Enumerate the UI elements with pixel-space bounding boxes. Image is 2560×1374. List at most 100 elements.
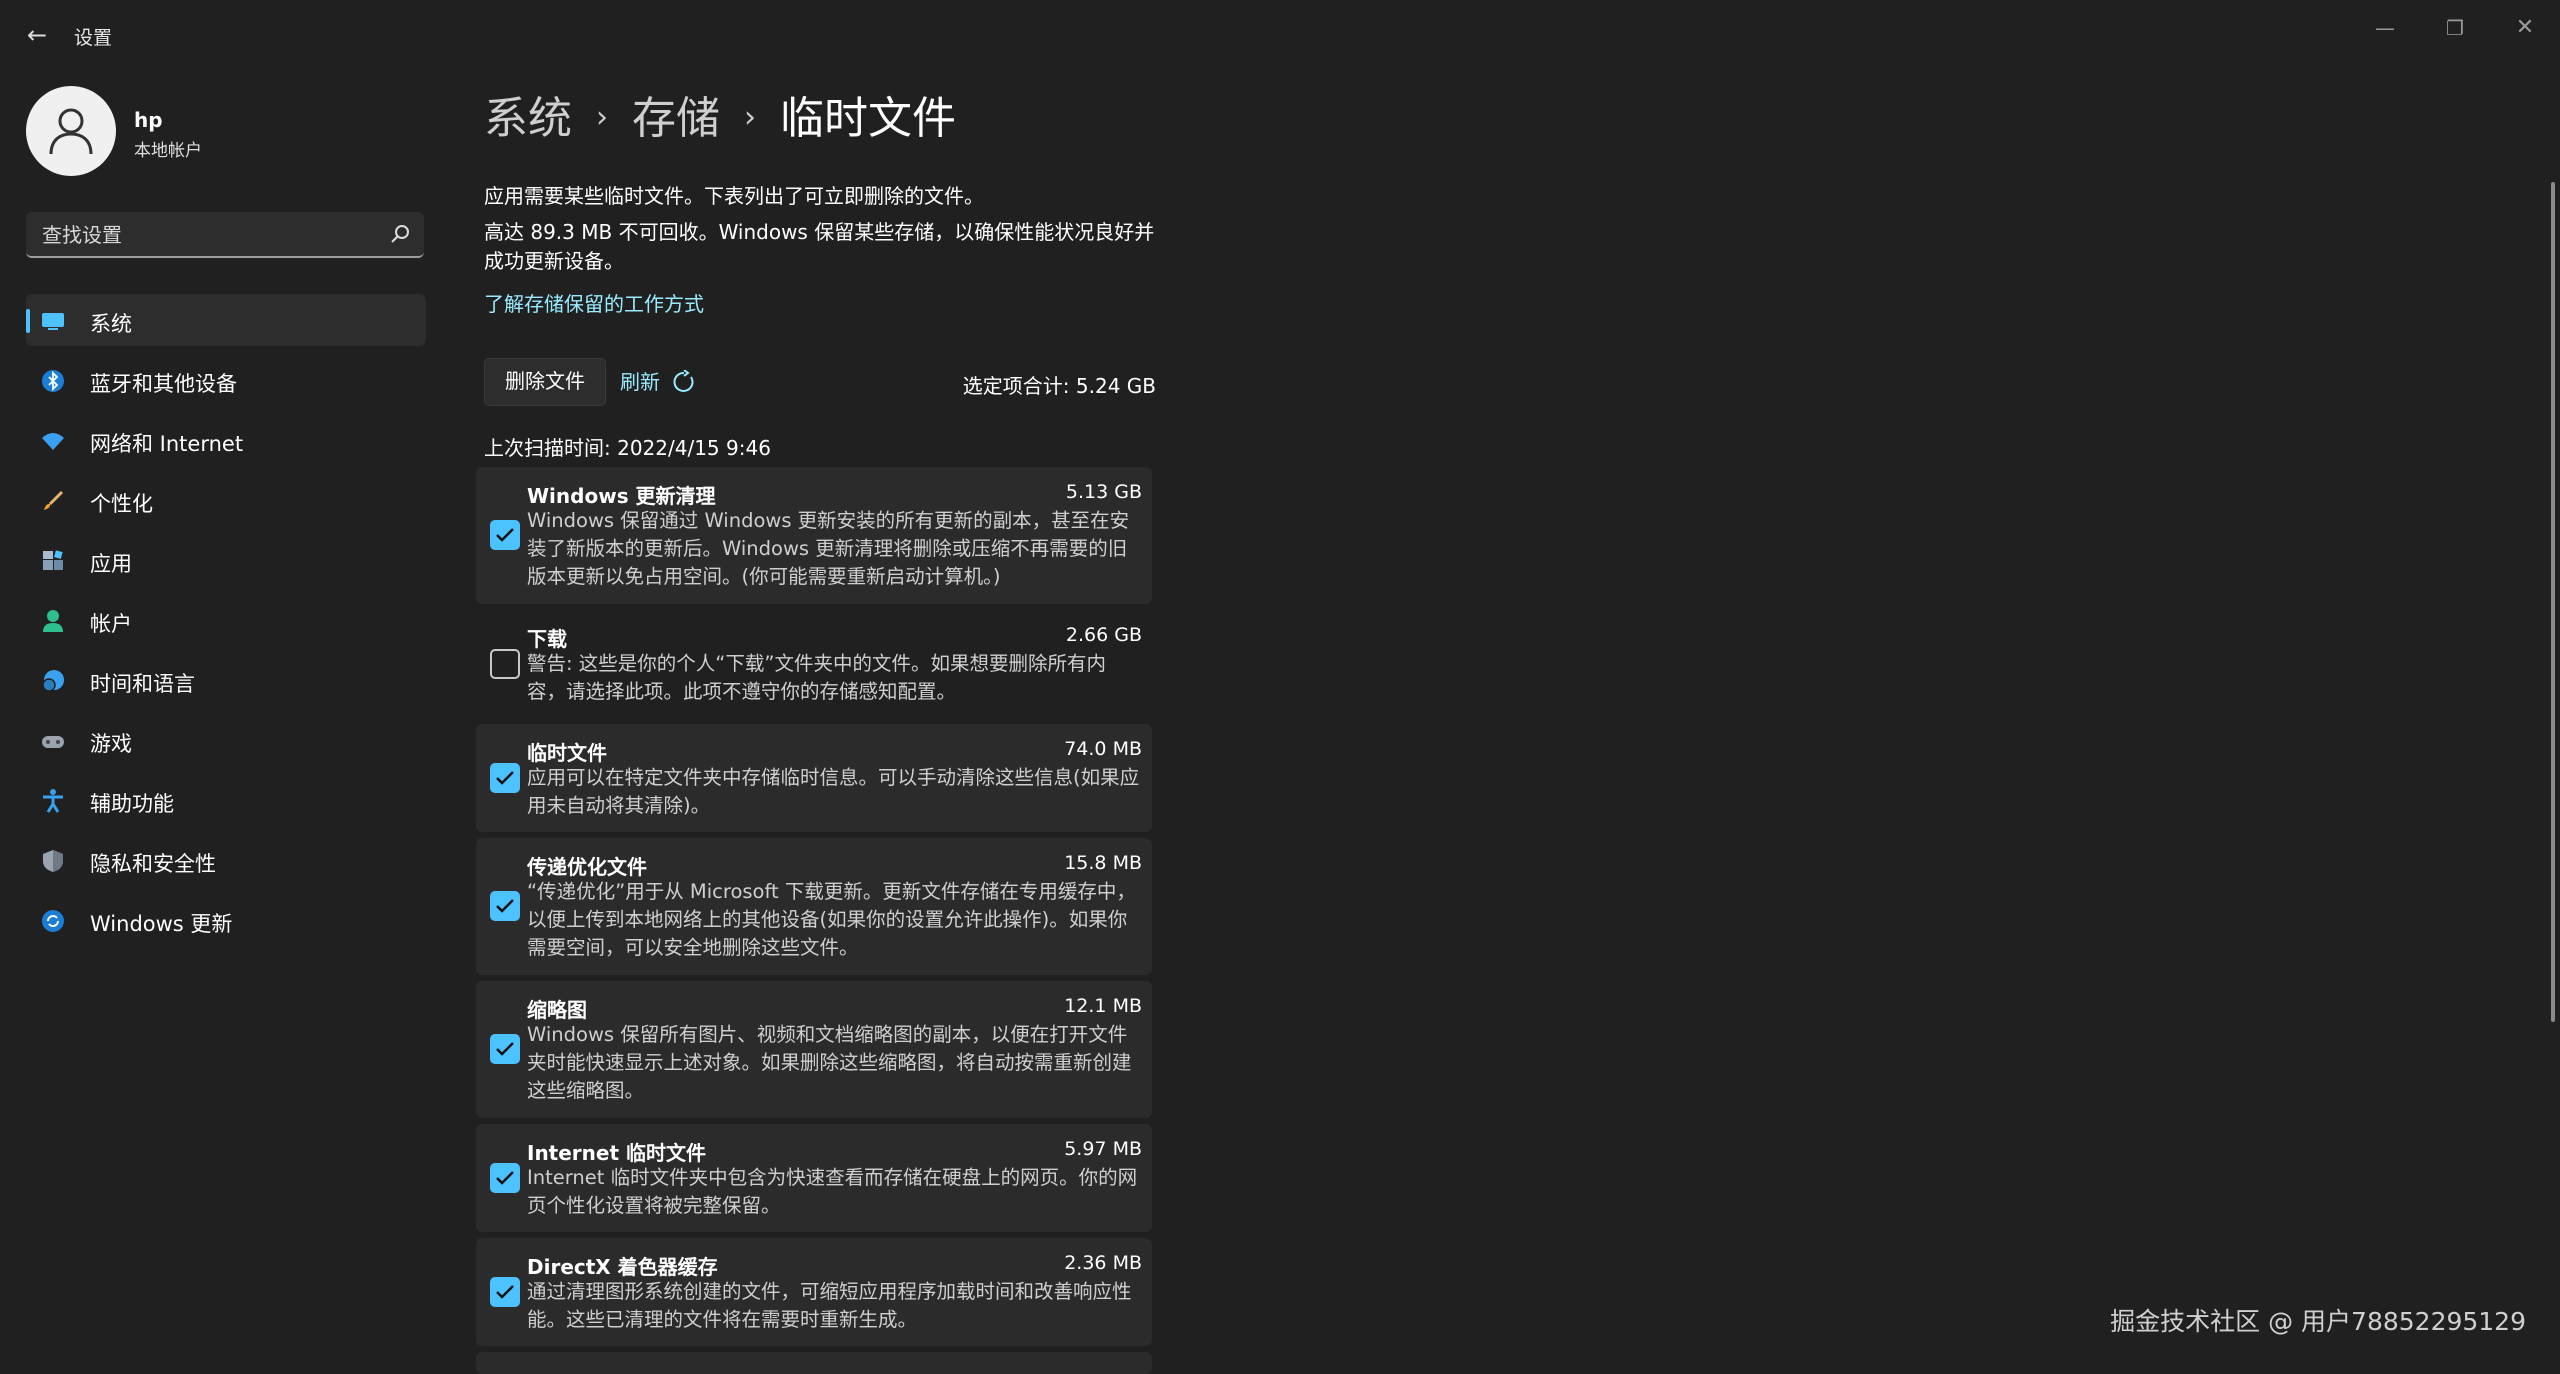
app-title: 设置 [74, 27, 113, 49]
sidebar-item-label: 蓝牙和其他设备 [90, 372, 237, 396]
sidebar-item-bluetooth[interactable]: 蓝牙和其他设备 [26, 354, 426, 406]
item-title: DirectX 着色器缓存 [527, 1255, 718, 1279]
chevron-right-icon: › [744, 100, 756, 135]
item-title: 下载 [527, 627, 567, 651]
item-description: 警告: 这些是你的个人“下载”文件夹中的文件。如果想要删除所有内容，请选择此项。… [527, 652, 1106, 703]
item-size: 74.0 MB [1064, 738, 1142, 760]
sidebar-item-label: 游戏 [90, 732, 132, 756]
intro-text: 应用需要某些临时文件。下表列出了可立即删除的文件。 [484, 184, 984, 208]
sidebar-item-personalization[interactable]: 个性化 [26, 474, 426, 526]
time-language-icon [42, 670, 64, 692]
checkbox[interactable] [490, 891, 520, 921]
account-type: 本地帐户 [134, 141, 202, 161]
restore-button[interactable]: ❐ [2420, 8, 2490, 48]
item-title: Windows 更新清理 [527, 484, 716, 508]
search-input[interactable] [40, 212, 384, 258]
chevron-right-icon: › [596, 100, 608, 135]
sidebar-item-windows-update[interactable]: Windows 更新 [26, 894, 426, 946]
list-item-partial [476, 1352, 1152, 1374]
item-size: 2.36 MB [1064, 1252, 1142, 1274]
list-item-windows-update-cleanup[interactable]: Windows 更新清理 5.13 GB Windows 保留通过 Window… [476, 467, 1152, 604]
item-title: Internet 临时文件 [527, 1141, 706, 1165]
checkmark-icon [496, 899, 514, 913]
account-icon [43, 610, 63, 632]
checkmark-icon [496, 1171, 514, 1185]
sidebar-item-system[interactable]: 系统 [26, 294, 426, 346]
list-item-temporary-files[interactable]: 临时文件 74.0 MB 应用可以在特定文件夹中存储临时信息。可以手动清除这些信… [476, 724, 1152, 832]
sidebar-item-label: 个性化 [90, 492, 153, 516]
refresh-icon [673, 370, 694, 392]
close-button[interactable]: ✕ [2490, 8, 2560, 48]
checkmark-icon [496, 1285, 514, 1299]
checkbox[interactable] [490, 763, 520, 793]
list-item-internet-temp-files[interactable]: Internet 临时文件 5.97 MB Internet 临时文件夹中包含为… [476, 1124, 1152, 1232]
sidebar-item-label: Windows 更新 [90, 912, 233, 936]
refresh-label: 刷新 [620, 370, 660, 394]
sidebar-item-label: 帐户 [90, 612, 132, 636]
list-item-downloads[interactable]: 下载 2.66 GB 警告: 这些是你的个人“下载”文件夹中的文件。如果想要删除… [476, 610, 1152, 718]
sidebar-item-apps[interactable]: 应用 [26, 534, 426, 586]
item-size: 2.66 GB [1065, 624, 1142, 646]
checkbox[interactable] [490, 1163, 520, 1193]
reserve-note: 高达 89.3 MB 不可回收。Windows 保留某些存储，以确保性能状况良好… [484, 220, 1155, 273]
item-size: 12.1 MB [1064, 995, 1142, 1017]
item-description: Windows 保留所有图片、视频和文档缩略图的副本，以便在打开文件夹时能快速显… [527, 1023, 1132, 1102]
sidebar-item-label: 时间和语言 [90, 672, 195, 696]
item-size: 5.13 GB [1065, 481, 1142, 503]
item-description: Internet 临时文件夹中包含为快速查看而存储在硬盘上的网页。你的网页个性化… [527, 1166, 1138, 1217]
delete-files-button[interactable]: 删除文件 [484, 358, 606, 406]
network-icon [42, 433, 64, 450]
back-arrow-icon[interactable]: ← [22, 20, 52, 50]
sidebar-item-gaming[interactable]: 游戏 [26, 714, 426, 766]
item-description: 通过清理图形系统创建的文件，可缩短应用程序加载时间和改善响应性能。这些已清理的文… [527, 1280, 1132, 1331]
sidebar-item-network[interactable]: 网络和 Internet [26, 414, 426, 466]
selected-total: 选定项合计: 5.24 GB [962, 374, 1156, 398]
breadcrumb: 系统 › 存储 › 临时文件 [484, 82, 956, 146]
shield-icon [43, 850, 63, 872]
watermark: 掘金技术社区 @ 用户78852295129 [2110, 1307, 2526, 1336]
temp-files-list: Windows 更新清理 5.13 GB Windows 保留通过 Window… [476, 467, 1152, 1374]
sidebar-item-privacy[interactable]: 隐私和安全性 [26, 834, 426, 886]
minimize-button[interactable]: — [2350, 8, 2420, 48]
search-icon[interactable] [390, 224, 410, 244]
sidebar-nav: 系统 蓝牙和其他设备 网络和 Internet 个性化 应用 帐户 时间和语言 … [26, 294, 426, 954]
learn-storage-reserve-link[interactable]: 了解存储保留的工作方式 [484, 288, 704, 317]
checkmark-icon [496, 771, 514, 785]
list-item-delivery-optimization[interactable]: 传递优化文件 15.8 MB “传递优化”用于从 Microsoft 下载更新。… [476, 838, 1152, 975]
sidebar-item-label: 系统 [90, 312, 132, 336]
refresh-button[interactable]: 刷新 [620, 358, 694, 406]
checkmark-icon [496, 1042, 514, 1056]
sidebar-item-time-language[interactable]: 时间和语言 [26, 654, 426, 706]
accessibility-icon [43, 789, 63, 813]
sidebar-item-label: 隐私和安全性 [90, 852, 216, 876]
gamepad-icon [42, 736, 64, 748]
breadcrumb-system[interactable]: 系统 [484, 93, 572, 144]
item-title: 临时文件 [527, 741, 607, 765]
active-indicator [26, 309, 30, 333]
scrollbar[interactable] [2551, 182, 2555, 1022]
list-item-thumbnails[interactable]: 缩略图 12.1 MB Windows 保留所有图片、视频和文档缩略图的副本，以… [476, 981, 1152, 1118]
page-title: 临时文件 [780, 93, 956, 144]
windows-update-icon [42, 910, 64, 932]
sidebar-item-accounts[interactable]: 帐户 [26, 594, 426, 646]
item-size: 5.97 MB [1064, 1138, 1142, 1160]
item-title: 传递优化文件 [527, 855, 647, 879]
checkbox[interactable] [490, 1034, 520, 1064]
breadcrumb-storage[interactable]: 存储 [632, 93, 720, 144]
item-description: “传递优化”用于从 Microsoft 下载更新。更新文件存储在专用缓存中，以便… [527, 880, 1136, 959]
list-item-directx-shader-cache[interactable]: DirectX 着色器缓存 2.36 MB 通过清理图形系统创建的文件，可缩短应… [476, 1238, 1152, 1346]
checkbox[interactable] [490, 649, 520, 679]
person-icon [49, 108, 93, 155]
sidebar-item-accessibility[interactable]: 辅助功能 [26, 774, 426, 826]
item-description: 应用可以在特定文件夹中存储临时信息。可以手动清除这些信息(如果应用未自动将其清除… [527, 766, 1140, 817]
item-description: Windows 保留通过 Windows 更新安装的所有更新的副本，甚至在安装了… [527, 509, 1130, 588]
apps-icon [43, 550, 63, 570]
item-title: 缩略图 [527, 998, 587, 1022]
last-scan-time: 上次扫描时间: 2022/4/15 9:46 [484, 436, 771, 460]
title-bar: ← 设置 — ❐ ✕ [0, 0, 2560, 70]
checkbox[interactable] [490, 1277, 520, 1307]
checkbox[interactable] [490, 520, 520, 550]
sidebar-item-label: 应用 [90, 552, 132, 576]
search-box[interactable] [26, 212, 424, 258]
checkmark-icon [496, 528, 514, 542]
